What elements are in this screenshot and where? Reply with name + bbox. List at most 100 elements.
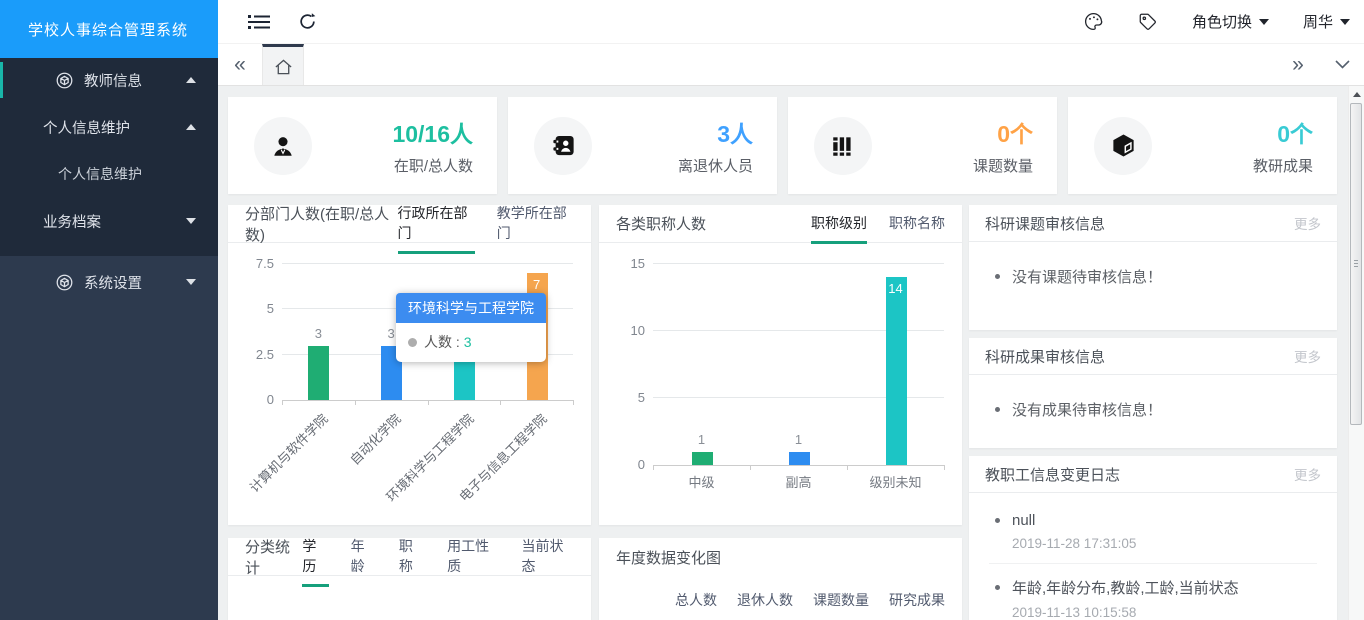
chevron-up-icon: [186, 77, 196, 83]
tabs-menu-button[interactable]: [1320, 44, 1364, 85]
sidebar-item-system-settings[interactable]: 系统设置: [0, 256, 218, 308]
tab-total-staff[interactable]: 总人数: [675, 590, 717, 612]
vertical-scrollbar[interactable]: [1348, 86, 1364, 620]
panel-header: 科研成果审核信息 更多: [969, 338, 1337, 375]
log-item-timestamp: 2019-11-13 10:15:58: [1012, 605, 1317, 620]
log-item-text: 年龄,年龄分布,教龄,工龄,当前状态: [1012, 577, 1239, 598]
bullet-dot: [995, 585, 1000, 590]
tabs-scroll-right-button[interactable]: »: [1276, 44, 1320, 85]
arrow-up-icon: [1353, 92, 1361, 97]
dashboard-content: 10/16人 在职/总人数 3人: [218, 86, 1348, 620]
scroll-up-button[interactable]: [1349, 86, 1364, 102]
collapse-menu-icon[interactable]: [248, 13, 270, 31]
department-chart-panel: 分部门人数(在职/总人数) 行政所在部门 教学所在部门 02.557.53计算机…: [228, 205, 591, 525]
app-window: 学校人事综合管理系统 教师信息 个人信息维护: [0, 0, 1364, 620]
tab-home[interactable]: [262, 44, 304, 85]
sidebar-item-teacher-info[interactable]: 教师信息: [0, 58, 218, 102]
log-item: null 2019-11-28 17:31:05: [989, 499, 1317, 564]
log-item-timestamp: 2019-11-28 17:31:05: [1012, 536, 1317, 551]
scrollbar-thumb[interactable]: [1350, 103, 1362, 425]
caret-down-icon: [1340, 19, 1350, 25]
stat-value: 0个: [1253, 115, 1313, 149]
panel-header: 分类统计 学历 年龄 职称 用工性质 当前状态: [228, 538, 591, 576]
home-icon: [273, 57, 294, 76]
bar-value-label: 14: [847, 281, 944, 296]
tab-retired-count[interactable]: 退休人数: [737, 590, 793, 612]
stat-value: 3人: [678, 115, 753, 149]
log-item: 年龄,年龄分布,教龄,工龄,当前状态 2019-11-13 10:15:58: [989, 564, 1317, 620]
tooltip-series-label: 人数 :: [424, 332, 460, 352]
more-link[interactable]: 更多: [1294, 346, 1321, 366]
chart-category-slot: 14级别未知: [847, 265, 944, 465]
tab-topic-count[interactable]: 课题数量: [813, 590, 869, 612]
sidebar-item-label: 业务档案: [43, 211, 101, 232]
active-indicator: [0, 62, 3, 98]
bar[interactable]: [308, 346, 329, 400]
title-chart-panel: 各类职称人数 职称级别 职称名称 0510151中级1副高14级别未知: [599, 205, 962, 525]
role-switch-label: 角色切换: [1192, 11, 1252, 32]
y-axis-tick-label: 10: [605, 323, 645, 338]
list-item: 没有课题待审核信息！: [989, 248, 1317, 305]
stat-card-staff: 10/16人 在职/总人数: [228, 97, 497, 194]
stat-label: 离退休人员: [678, 155, 753, 176]
bar-value-label: 7: [500, 277, 573, 292]
panel-title: 分类统计: [245, 536, 302, 578]
category-stats-panel: 分类统计 学历 年龄 职称 用工性质 当前状态: [228, 538, 591, 620]
bar[interactable]: [886, 277, 907, 465]
chevron-down-icon: [186, 279, 196, 285]
gridline: [653, 263, 944, 264]
panel-header: 年度数据变化图: [599, 538, 962, 576]
panel-header: 分部门人数(在职/总人数) 行政所在部门 教学所在部门: [228, 205, 591, 243]
chevron-up-icon: [186, 124, 196, 130]
more-link[interactable]: 更多: [1294, 464, 1321, 484]
dashboard-body: 分部门人数(在职/总人数) 行政所在部门 教学所在部门 02.557.53计算机…: [228, 205, 1337, 620]
tab-title-name[interactable]: 职称名称: [889, 213, 945, 235]
bullet-dot: [995, 518, 1000, 523]
tab-teaching-department[interactable]: 教学所在部门: [497, 203, 574, 245]
refresh-icon[interactable]: [298, 12, 317, 31]
panel-body: 没有课题待审核信息！: [969, 242, 1337, 311]
tabs-scroll-left-button[interactable]: «: [218, 44, 262, 85]
x-axis-label: 级别未知: [847, 472, 944, 491]
tab-title[interactable]: 职称: [399, 536, 425, 578]
yearly-chart-panel: 年度数据变化图 总人数 退休人数 课题数量 研究成果: [599, 538, 962, 620]
contacts-icon: [534, 117, 592, 175]
axis-tick: [944, 465, 945, 470]
bar[interactable]: [789, 452, 810, 465]
axis-tick: [750, 465, 751, 470]
charts-row: 分部门人数(在职/总人数) 行政所在部门 教学所在部门 02.557.53计算机…: [228, 205, 962, 525]
sidebar-item-personal-info-child[interactable]: 个人信息维护: [0, 152, 218, 196]
tag-icon[interactable]: [1138, 12, 1158, 32]
sidebar-item-label: 系统设置: [84, 272, 142, 293]
tab-admin-department[interactable]: 行政所在部门: [398, 203, 475, 245]
chart-category-slot: 1副高: [750, 265, 847, 465]
y-axis-tick-label: 2.5: [234, 347, 274, 362]
tab-title-level[interactable]: 职称级别: [811, 213, 867, 235]
y-axis-tick-label: 5: [605, 390, 645, 405]
tab-current-status[interactable]: 当前状态: [522, 536, 574, 578]
more-link[interactable]: 更多: [1294, 213, 1321, 233]
panel-header: 各类职称人数 职称级别 职称名称: [599, 205, 962, 243]
chart-category-slot: 3计算机与软件学院: [282, 265, 355, 400]
theme-palette-icon[interactable]: [1083, 11, 1104, 32]
y-axis-tick-label: 0: [234, 392, 274, 407]
sidebar-item-personal-info[interactable]: 个人信息维护: [0, 102, 218, 152]
role-switch-dropdown[interactable]: 角色切换: [1192, 11, 1269, 32]
chart-tooltip: 环境科学与工程学院人数 :3: [396, 293, 546, 362]
tab-employment-type[interactable]: 用工性质: [447, 536, 499, 578]
panel-title: 科研成果审核信息: [985, 346, 1105, 367]
x-axis-label: 计算机与软件学院: [245, 409, 332, 496]
page-tabs-bar: « »: [218, 44, 1364, 86]
bottom-row: 分类统计 学历 年龄 职称 用工性质 当前状态: [228, 538, 962, 620]
bar-value-label: 3: [282, 326, 355, 341]
tab-age[interactable]: 年龄: [351, 536, 377, 578]
axis-tick: [282, 400, 283, 405]
tab-research-results[interactable]: 研究成果: [889, 590, 945, 612]
bar[interactable]: [692, 452, 713, 465]
gridline: [282, 263, 573, 264]
tab-education[interactable]: 学历: [302, 536, 328, 578]
sidebar-open-section: 教师信息 个人信息维护 个人信息维护 业务档案: [0, 58, 218, 256]
user-menu[interactable]: 周华: [1303, 11, 1350, 32]
axis-tick: [428, 400, 429, 405]
sidebar-item-business-archive[interactable]: 业务档案: [0, 196, 218, 246]
